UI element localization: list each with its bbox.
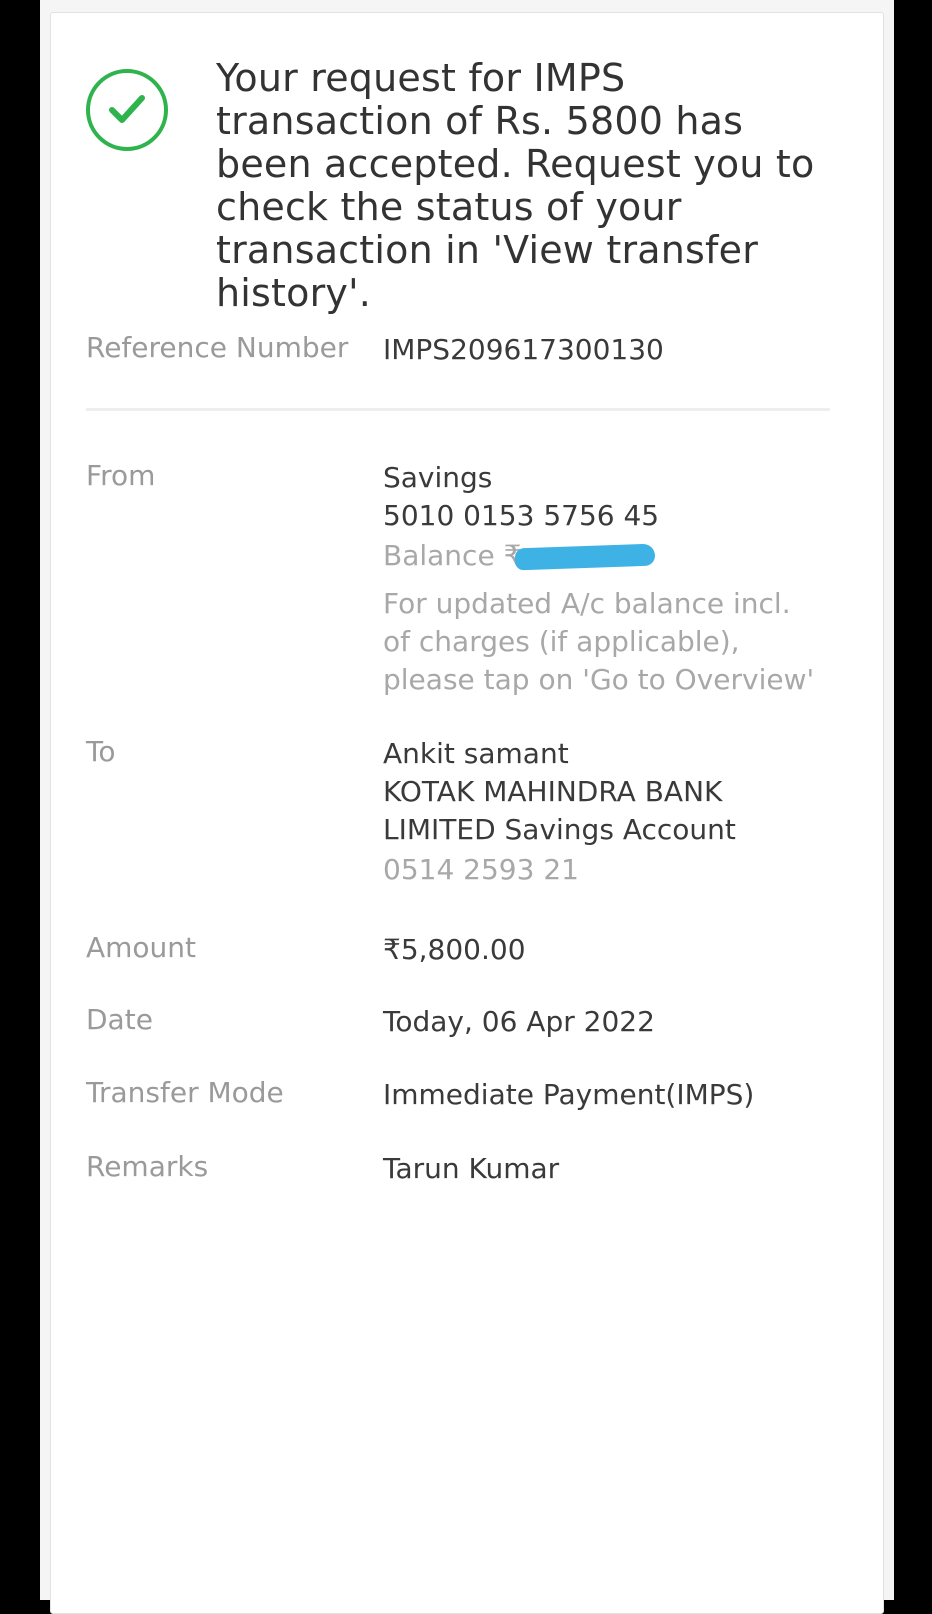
balance-note: For updated A/c balance incl. of charges… bbox=[383, 587, 815, 696]
date-label: Date bbox=[86, 1003, 153, 1036]
from-account-number: 5010 0153 5756 45 bbox=[383, 499, 660, 532]
to-details: Ankit samant KOTAK MAHINDRA BANK LIMITED… bbox=[383, 735, 833, 889]
check-circle-icon bbox=[86, 69, 168, 151]
to-name: Ankit samant bbox=[383, 737, 569, 770]
from-balance: Balance ₹ bbox=[383, 537, 833, 575]
divider bbox=[86, 408, 830, 411]
remarks-value: Tarun Kumar bbox=[383, 1152, 560, 1185]
page-background: Your request for IMPS transaction of Rs.… bbox=[40, 0, 894, 1614]
to-label: To bbox=[86, 735, 116, 768]
to-bank: KOTAK MAHINDRA BANK LIMITED Savings Acco… bbox=[383, 775, 736, 846]
transfer-mode-value: Immediate Payment(IMPS) bbox=[383, 1078, 755, 1111]
amount-label: Amount bbox=[86, 931, 197, 964]
to-account-number: 0514 2593 21 bbox=[383, 853, 579, 886]
balance-label: Balance ₹ bbox=[383, 539, 522, 572]
transfer-mode-label: Transfer Mode bbox=[86, 1076, 284, 1109]
remarks-label: Remarks bbox=[86, 1150, 209, 1183]
status-message: Your request for IMPS transaction of Rs.… bbox=[216, 56, 815, 315]
date-value: Today, 06 Apr 2022 bbox=[383, 1005, 655, 1038]
amount-value: ₹5,800.00 bbox=[383, 933, 526, 966]
from-account-type: Savings bbox=[383, 461, 493, 494]
from-label: From bbox=[86, 459, 156, 492]
reference-label: Reference Number bbox=[86, 331, 349, 364]
from-details: Savings 5010 0153 5756 45 Balance ₹ For … bbox=[383, 459, 833, 699]
redaction-mark bbox=[515, 543, 656, 571]
transaction-confirmation-card: Your request for IMPS transaction of Rs.… bbox=[50, 12, 884, 1614]
reference-value: IMPS209617300130 bbox=[383, 333, 664, 366]
